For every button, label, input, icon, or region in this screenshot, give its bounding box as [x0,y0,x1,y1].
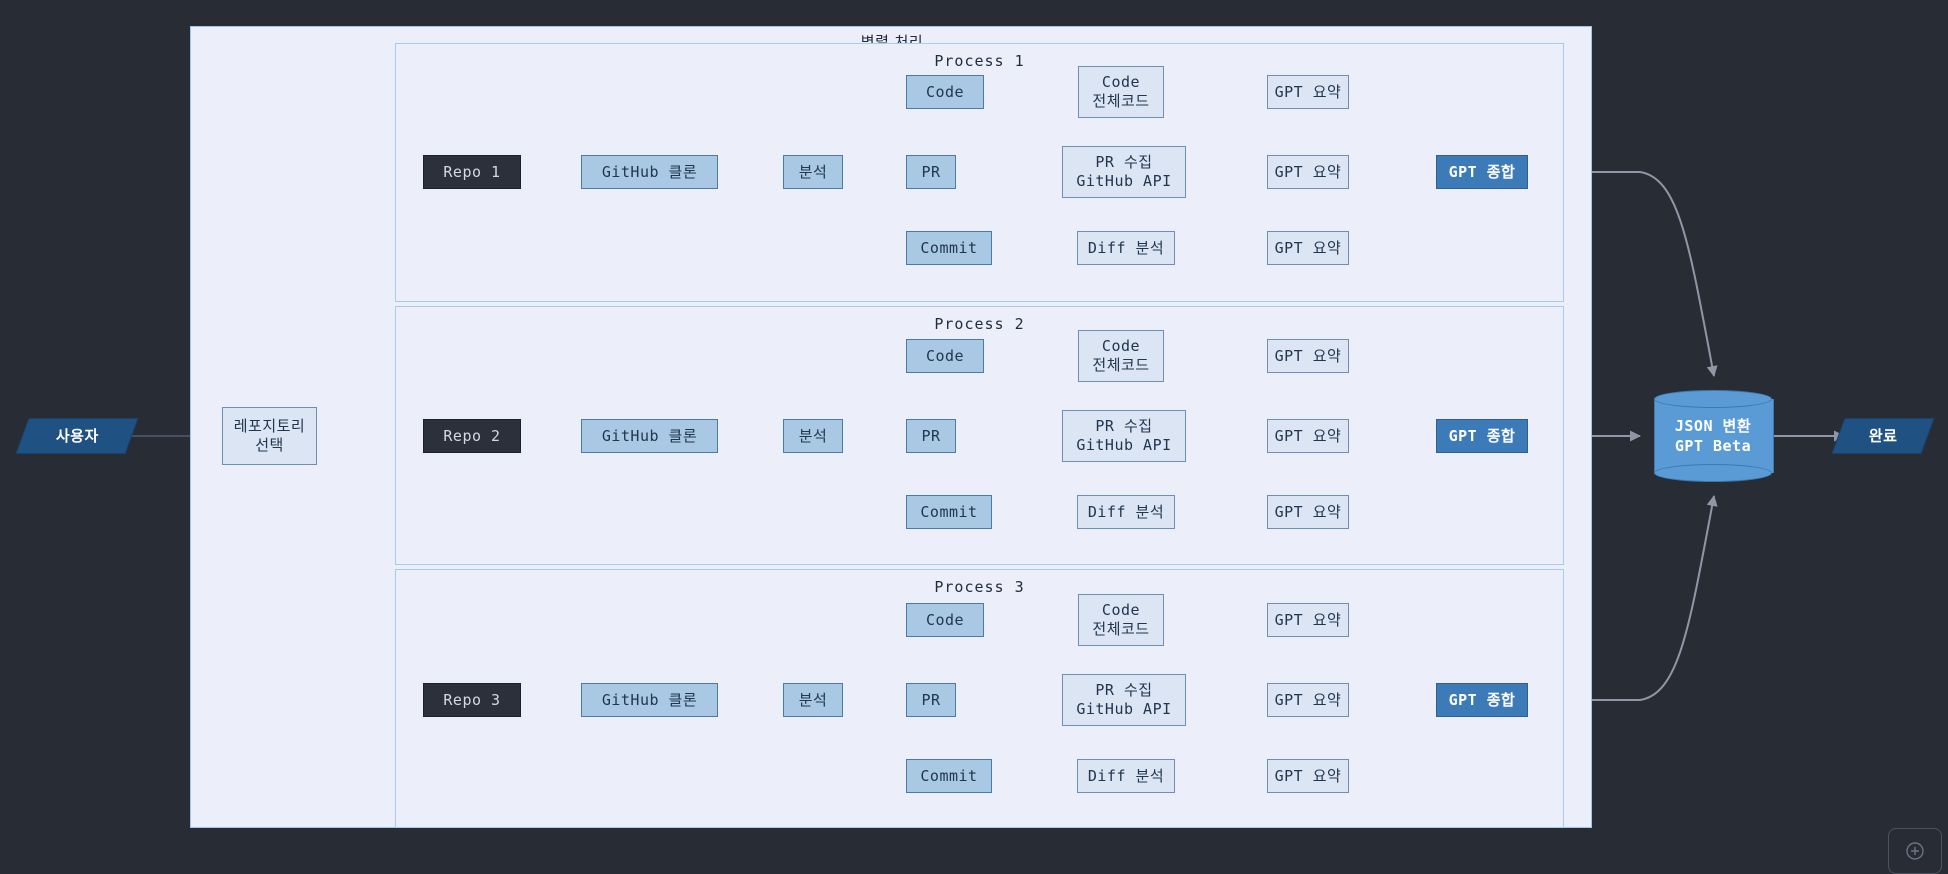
branch-1-commit-label: Commit [920,238,978,257]
detail-3-pr-node[interactable]: PR 수집 GitHub API [1062,674,1186,726]
summary-2-code-node[interactable]: GPT 요약 [1267,339,1349,373]
merge-1-label: GPT 종합 [1448,162,1516,181]
zoom-reset-button[interactable] [1888,828,1942,874]
branch-2-pr-label: PR [921,426,941,445]
branch-1-commit-node[interactable]: Commit [906,231,992,265]
branch-1-pr-label: PR [921,162,941,181]
branch-3-commit-label: Commit [920,766,978,785]
summary-1-code-node[interactable]: GPT 요약 [1267,75,1349,109]
analyze-1-label: 분석 [798,162,828,181]
merge-3-node[interactable]: GPT 종합 [1436,683,1528,717]
branch-1-pr-node[interactable]: PR [906,155,956,189]
detail-2-code-node[interactable]: Code 전체코드 [1078,330,1164,382]
analyze-3-label: 분석 [798,690,828,709]
detail-2-pr-label: PR 수집 GitHub API [1076,417,1172,454]
repo-1-node[interactable]: Repo 1 [423,155,521,189]
repo-1-label: Repo 1 [443,162,501,181]
repo-2-node[interactable]: Repo 2 [423,419,521,453]
summary-2-commit-label: GPT 요약 [1274,502,1342,521]
detail-3-commit-label: Diff 분석 [1087,766,1165,785]
branch-2-code-node[interactable]: Code [906,339,984,373]
detail-3-commit-node[interactable]: Diff 분석 [1077,759,1175,793]
process-2-title: Process 2 [934,315,1025,333]
repo-3-label: Repo 3 [443,690,501,709]
detail-1-code-node[interactable]: Code 전체코드 [1078,66,1164,118]
process-3-title: Process 3 [934,578,1025,596]
summary-1-pr-node[interactable]: GPT 요약 [1267,155,1349,189]
summary-2-pr-node[interactable]: GPT 요약 [1267,419,1349,453]
json-conversion-db-node[interactable]: JSON 변환 GPT Beta [1654,390,1774,482]
detail-1-pr-label: PR 수집 GitHub API [1076,153,1172,190]
summary-3-pr-label: GPT 요약 [1274,690,1342,709]
merge-2-node[interactable]: GPT 종합 [1436,419,1528,453]
branch-3-pr-label: PR [921,690,941,709]
clone-2-node[interactable]: GitHub 클론 [581,419,718,453]
merge-2-label: GPT 종합 [1448,426,1516,445]
summary-1-pr-label: GPT 요약 [1274,162,1342,181]
merge-3-label: GPT 종합 [1448,690,1516,709]
clone-1-label: GitHub 클론 [601,162,698,181]
repository-select-node[interactable]: 레포지토리 선택 [222,407,317,465]
json-conversion-db-label: JSON 변환 GPT Beta [1674,416,1752,455]
clone-3-node[interactable]: GitHub 클론 [581,683,718,717]
detail-2-code-label: Code 전체코드 [1092,337,1150,374]
clone-2-label: GitHub 클론 [601,426,698,445]
summary-2-pr-label: GPT 요약 [1274,426,1342,445]
detail-2-pr-node[interactable]: PR 수집 GitHub API [1062,410,1186,462]
merge-1-node[interactable]: GPT 종합 [1436,155,1528,189]
branch-1-code-node[interactable]: Code [906,75,984,109]
summary-1-commit-node[interactable]: GPT 요약 [1267,231,1349,265]
repository-select-label: 레포지토리 선택 [233,417,306,454]
summary-3-pr-node[interactable]: GPT 요약 [1267,683,1349,717]
diagram-canvas: 사용자 완료 JSON 변환 GPT Beta 병렬 처리 레포지토리 선택 P… [0,0,1948,874]
analyze-3-node[interactable]: 분석 [783,683,843,717]
detail-1-commit-label: Diff 분석 [1087,238,1165,257]
process-1-title: Process 1 [934,52,1025,70]
summary-3-code-label: GPT 요약 [1274,610,1342,629]
summary-3-commit-label: GPT 요약 [1274,766,1342,785]
repo-3-node[interactable]: Repo 3 [423,683,521,717]
start-node-label: 사용자 [55,426,99,445]
detail-3-code-node[interactable]: Code 전체코드 [1078,594,1164,646]
branch-2-pr-node[interactable]: PR [906,419,956,453]
branch-1-code-label: Code [925,82,965,101]
summary-3-code-node[interactable]: GPT 요약 [1267,603,1349,637]
branch-3-code-label: Code [925,610,965,629]
repo-2-label: Repo 2 [443,426,501,445]
clone-1-node[interactable]: GitHub 클론 [581,155,718,189]
branch-2-code-label: Code [925,346,965,365]
detail-1-code-label: Code 전체코드 [1092,73,1150,110]
end-node-complete[interactable]: 완료 [1831,418,1935,454]
start-node-user[interactable]: 사용자 [15,418,139,454]
analyze-1-node[interactable]: 분석 [783,155,843,189]
summary-1-commit-label: GPT 요약 [1274,238,1342,257]
end-node-label: 완료 [1868,426,1898,445]
zoom-reset-icon [1906,842,1924,860]
branch-2-commit-node[interactable]: Commit [906,495,992,529]
detail-3-code-label: Code 전체코드 [1092,601,1150,638]
clone-3-label: GitHub 클론 [601,690,698,709]
summary-3-commit-node[interactable]: GPT 요약 [1267,759,1349,793]
analyze-2-node[interactable]: 분석 [783,419,843,453]
summary-2-commit-node[interactable]: GPT 요약 [1267,495,1349,529]
detail-1-commit-node[interactable]: Diff 분석 [1077,231,1175,265]
summary-1-code-label: GPT 요약 [1274,82,1342,101]
branch-2-commit-label: Commit [920,502,978,521]
branch-3-pr-node[interactable]: PR [906,683,956,717]
branch-3-code-node[interactable]: Code [906,603,984,637]
detail-3-pr-label: PR 수집 GitHub API [1076,681,1172,718]
analyze-2-label: 분석 [798,426,828,445]
detail-2-commit-node[interactable]: Diff 분석 [1077,495,1175,529]
detail-2-commit-label: Diff 분석 [1087,502,1165,521]
branch-3-commit-node[interactable]: Commit [906,759,992,793]
detail-1-pr-node[interactable]: PR 수집 GitHub API [1062,146,1186,198]
summary-2-code-label: GPT 요약 [1274,346,1342,365]
